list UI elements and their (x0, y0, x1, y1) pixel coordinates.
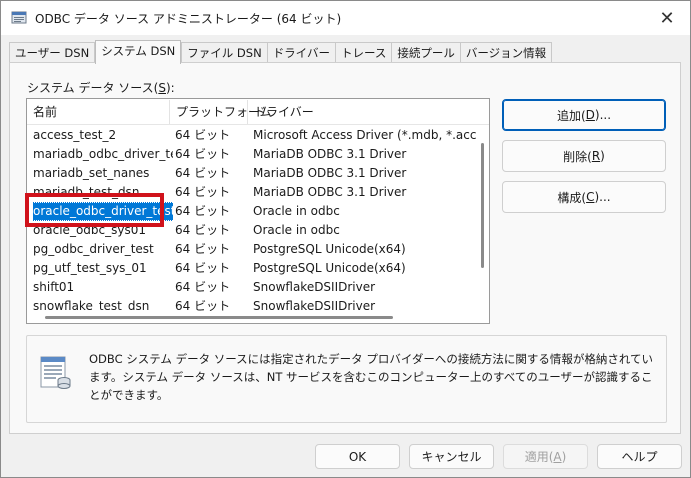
dsn-driver: SnowflakeDSIIDriver (253, 280, 376, 294)
list-item[interactable]: access_test_2 64 ビット Microsoft Access Dr… (27, 126, 479, 145)
tab-connection-pooling[interactable]: 接続プール (391, 42, 461, 63)
odbc-admin-window: ODBC データ ソース アドミニストレーター (64 ビット) ✕ ユーザー … (0, 0, 691, 478)
dsn-name: mariadb_set_nanes (33, 166, 150, 180)
list-item[interactable]: pg_odbc_driver_test 64 ビット PostgreSQL Un… (27, 240, 477, 259)
configure-label: 構成( (557, 190, 587, 205)
system-data-sources-label: システム データ ソース(S): (27, 79, 175, 96)
dsn-driver: MariaDB ODBC 3.1 Driver (253, 185, 407, 199)
dsn-driver: Oracle in odbc (253, 204, 340, 218)
tab-user-dsn[interactable]: ユーザー DSN (9, 42, 96, 63)
list-item[interactable]: oracle_odbc_sys01 64 ビット Oracle in odbc (27, 221, 477, 240)
tab-drivers[interactable]: ドライバー (266, 42, 336, 63)
dsn-name: oracle_odbc_sys01 (33, 223, 146, 237)
system-dsn-panel: システム データ ソース(S): 名前 プラットフォーム ドライバー acces… (9, 62, 681, 434)
remove-label: 削除( (563, 149, 592, 164)
dsn-driver: MariaDB ODBC 3.1 Driver (253, 147, 407, 161)
dsn-platform: 64 ビット (175, 280, 231, 294)
info-description: ODBC システム データ ソースには指定されたデータ プロバイダーへの接続方法… (89, 352, 654, 402)
add-mnemonic: D (585, 108, 595, 122)
label-prefix: システム データ ソース( (27, 81, 159, 95)
dsn-name: access_test_2 (33, 128, 117, 142)
data-source-icon (37, 354, 73, 390)
list-item[interactable]: mariadb_set_nanes 64 ビット MariaDB ODBC 3.… (27, 164, 477, 183)
list-item[interactable]: mariadb_test_dsn 64 ビット MariaDB ODBC 3.1… (27, 183, 477, 202)
list-item[interactable]: shift01 64 ビット SnowflakeDSIIDriver (27, 278, 477, 297)
tab-system-dsn[interactable]: システム DSN (95, 40, 182, 64)
apply-suffix: ) (561, 449, 567, 464)
title-bar: ODBC データ ソース アドミニストレーター (64 ビット) ✕ (1, 1, 690, 35)
window-title: ODBC データ ソース アドミニストレーター (64 ビット) (35, 12, 342, 26)
list-item-selected[interactable]: oracle_odbc_driver_test 64 ビット Oracle in… (27, 202, 477, 221)
dsn-driver: PostgreSQL Unicode(x64) (253, 242, 406, 256)
vertical-scrollbar[interactable] (477, 125, 489, 313)
selected-dsn-name: oracle_odbc_driver_test (33, 202, 173, 221)
dsn-driver: Microsoft Access Driver (*.mdb, *.accdb) (253, 128, 479, 142)
cancel-button[interactable]: キャンセル (409, 444, 494, 469)
horizontal-scroll-thumb[interactable] (45, 316, 393, 319)
configure-button[interactable]: 構成(C)... (502, 181, 666, 213)
remove-mnemonic: R (591, 149, 601, 163)
column-header-driver[interactable]: ドライバー (248, 99, 477, 125)
dsn-platform: 64 ビット (175, 185, 231, 199)
ok-button[interactable]: OK (315, 444, 400, 469)
help-button[interactable]: ヘルプ (597, 444, 682, 469)
add-button[interactable]: 追加(D)... (502, 99, 666, 131)
configure-suffix: )... (594, 190, 611, 204)
add-suffix: )... (594, 108, 612, 122)
column-header-name[interactable]: 名前 (27, 99, 169, 125)
dsn-platform: 64 ビット (175, 223, 231, 237)
remove-suffix: ) (600, 149, 605, 163)
dsn-name: mariadb_odbc_driver_test (33, 147, 173, 161)
dsn-name: mariadb_test_dsn (33, 185, 140, 199)
dsn-platform: 64 ビット (175, 128, 231, 142)
dsn-driver: PostgreSQL Unicode(x64) (253, 261, 406, 275)
dsn-driver: Oracle in odbc (253, 223, 340, 237)
tab-about[interactable]: バージョン情報 (459, 42, 553, 63)
configure-mnemonic: C (586, 190, 595, 204)
list-item[interactable]: pg_utf_test_sys_01 64 ビット PostgreSQL Uni… (27, 259, 477, 278)
dsn-driver: MariaDB ODBC 3.1 Driver (253, 166, 407, 180)
label-suffix: ): (165, 81, 175, 95)
remove-button[interactable]: 削除(R) (502, 140, 666, 172)
tab-file-dsn[interactable]: ファイル DSN (181, 42, 268, 63)
dsn-platform: 64 ビット (175, 166, 231, 180)
tab-bar: ユーザー DSN システム DSN ファイル DSN ドライバー トレース 接続… (9, 40, 553, 64)
dsn-platform: 64 ビット (175, 204, 231, 218)
dsn-name: shift01 (33, 280, 75, 294)
dsn-platform: 64 ビット (175, 147, 231, 161)
dsn-list[interactable]: 名前 プラットフォーム ドライバー access_test_2 64 ビット M… (26, 98, 490, 324)
add-label: 追加( (556, 108, 586, 123)
horizontal-scrollbar[interactable] (27, 311, 489, 323)
apply-label: 適用( (524, 450, 554, 464)
odbc-app-icon (11, 10, 27, 26)
tab-tracing[interactable]: トレース (334, 42, 393, 63)
dsn-name: pg_utf_test_sys_01 (33, 261, 147, 275)
apply-button[interactable]: 適用(A) (503, 444, 588, 469)
dsn-platform: 64 ビット (175, 242, 231, 256)
close-icon[interactable]: ✕ (644, 1, 690, 35)
dsn-platform: 64 ビット (175, 261, 231, 275)
list-header: 名前 プラットフォーム ドライバー (27, 99, 489, 125)
label-mnemonic: S (158, 81, 166, 95)
column-header-platform[interactable]: プラットフォーム (170, 99, 272, 125)
dsn-name: oracle_odbc_driver_test (33, 202, 173, 221)
vertical-scroll-thumb[interactable] (481, 143, 484, 268)
apply-mnemonic: A (553, 449, 562, 464)
list-item[interactable]: mariadb_odbc_driver_test 64 ビット MariaDB … (27, 145, 477, 164)
dsn-name: pg_odbc_driver_test (33, 242, 154, 256)
info-box: ODBC システム データ ソースには指定されたデータ プロバイダーへの接続方法… (26, 335, 667, 423)
